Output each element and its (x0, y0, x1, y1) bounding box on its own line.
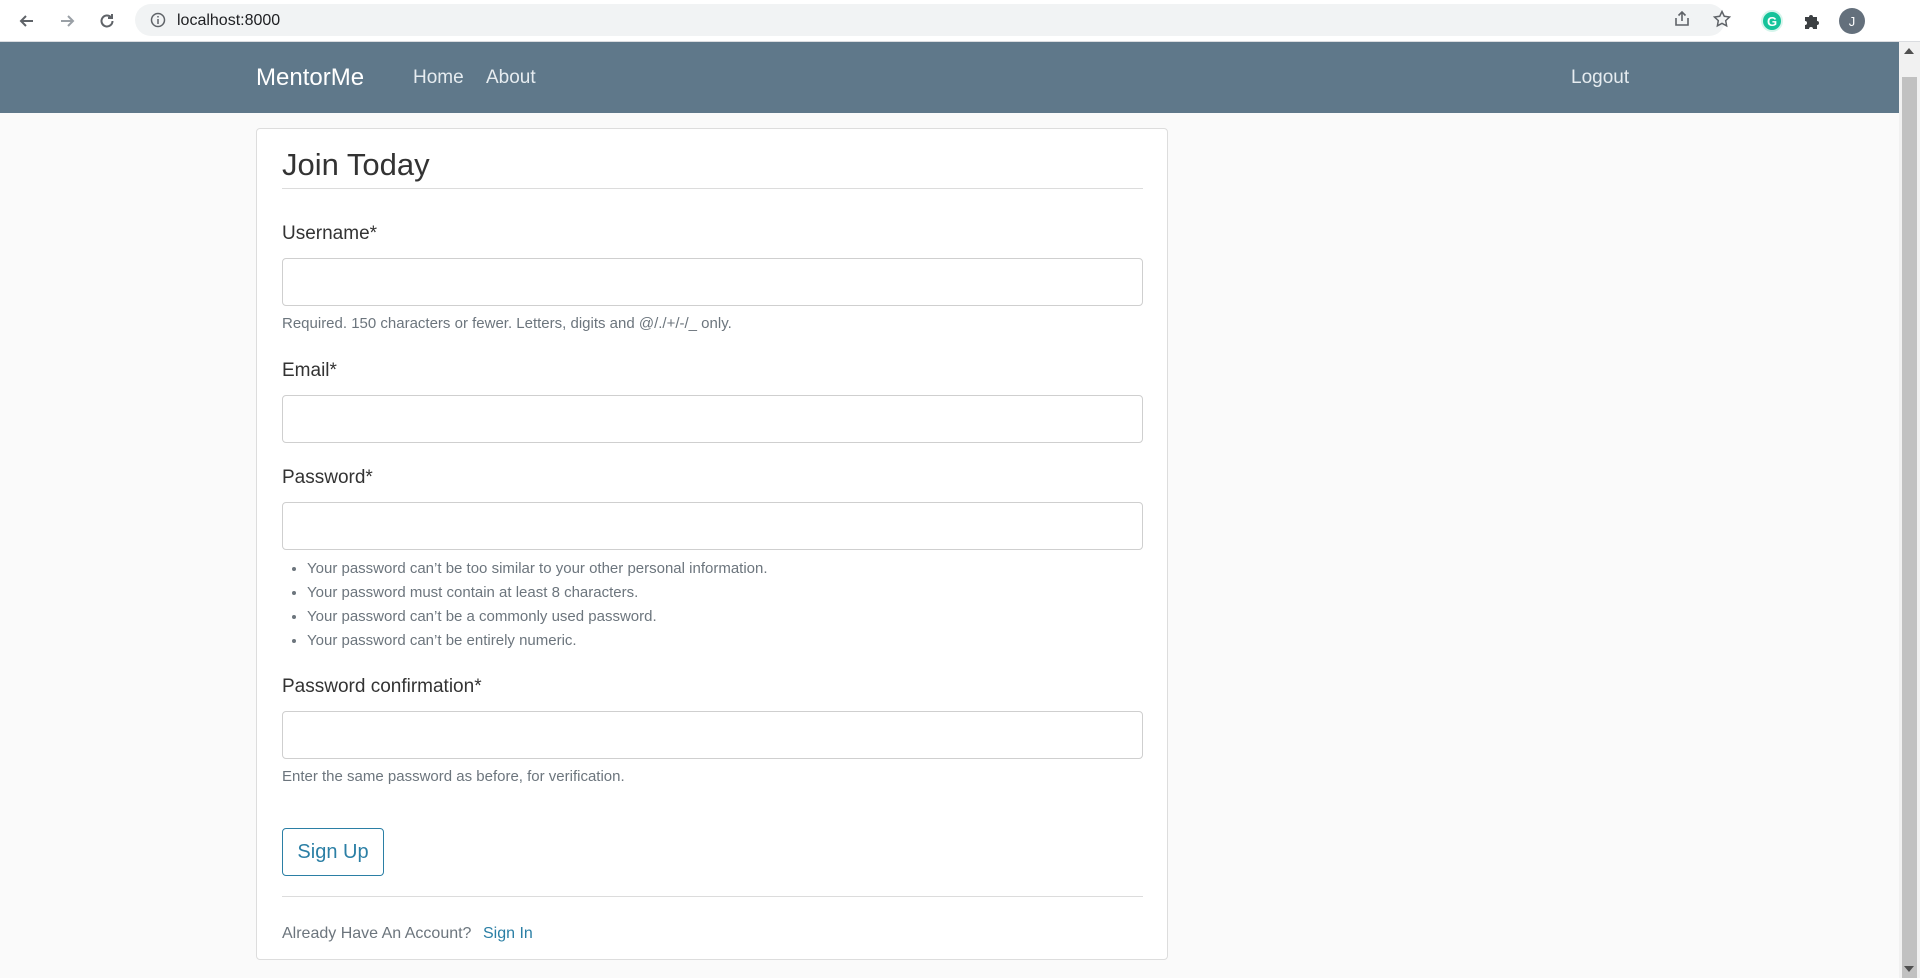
forward-arrow-icon[interactable] (53, 7, 81, 35)
profile-avatar[interactable]: J (1838, 7, 1866, 35)
password-confirmation-input[interactable] (282, 711, 1143, 759)
back-arrow-icon[interactable] (13, 7, 41, 35)
password-confirmation-help-text: Enter the same password as before, for v… (282, 768, 625, 785)
page-scrollbar[interactable] (1899, 42, 1920, 978)
address-bar[interactable]: localhost:8000 (135, 4, 1725, 36)
password-confirmation-label: Password confirmation* (282, 676, 482, 697)
username-help-text: Required. 150 characters or fewer. Lette… (282, 315, 732, 332)
password-input[interactable] (282, 502, 1143, 550)
nav-link-about[interactable]: About (486, 67, 536, 89)
sign-in-link[interactable]: Sign In (483, 925, 533, 943)
title-divider (282, 188, 1143, 189)
puzzle-icon[interactable] (1798, 7, 1826, 35)
list-item: Your password must contain at least 8 ch… (307, 581, 768, 605)
share-icon[interactable] (1670, 7, 1694, 31)
list-item: Your password can’t be a commonly used p… (307, 605, 768, 629)
list-item: Your password can’t be entirely numeric. (307, 629, 768, 653)
username-label: Username* (282, 223, 378, 244)
list-item: Your password can’t be too similar to yo… (307, 557, 768, 581)
signup-card: Join Today Username* Required. 150 chara… (256, 128, 1168, 960)
scroll-down-arrow-icon[interactable] (1904, 966, 1914, 972)
username-input[interactable] (282, 258, 1143, 306)
sign-up-button[interactable]: Sign Up (282, 828, 384, 876)
info-icon[interactable] (149, 11, 167, 29)
nav-link-logout[interactable]: Logout (1571, 67, 1629, 89)
star-icon[interactable] (1710, 7, 1734, 31)
site-navbar: MentorMe Home About Logout (0, 42, 1899, 113)
already-have-account-text: Already Have An Account? (282, 925, 472, 942)
password-label: Password* (282, 467, 373, 488)
browser-toolbar: localhost:8000 G J (0, 0, 1920, 42)
password-rules-list: Your password can’t be too similar to yo… (282, 557, 768, 653)
footer-divider (282, 896, 1143, 897)
scrollbar-thumb[interactable] (1902, 77, 1917, 978)
email-input[interactable] (282, 395, 1143, 443)
brand-logo[interactable]: MentorMe (256, 64, 364, 92)
scroll-up-arrow-icon[interactable] (1904, 48, 1914, 54)
grammarly-extension-icon[interactable]: G (1758, 7, 1786, 35)
page-title: Join Today (282, 147, 430, 182)
email-label: Email* (282, 360, 337, 381)
url-text[interactable]: localhost:8000 (177, 12, 280, 30)
reload-icon[interactable] (93, 7, 121, 35)
nav-link-home[interactable]: Home (413, 67, 464, 89)
